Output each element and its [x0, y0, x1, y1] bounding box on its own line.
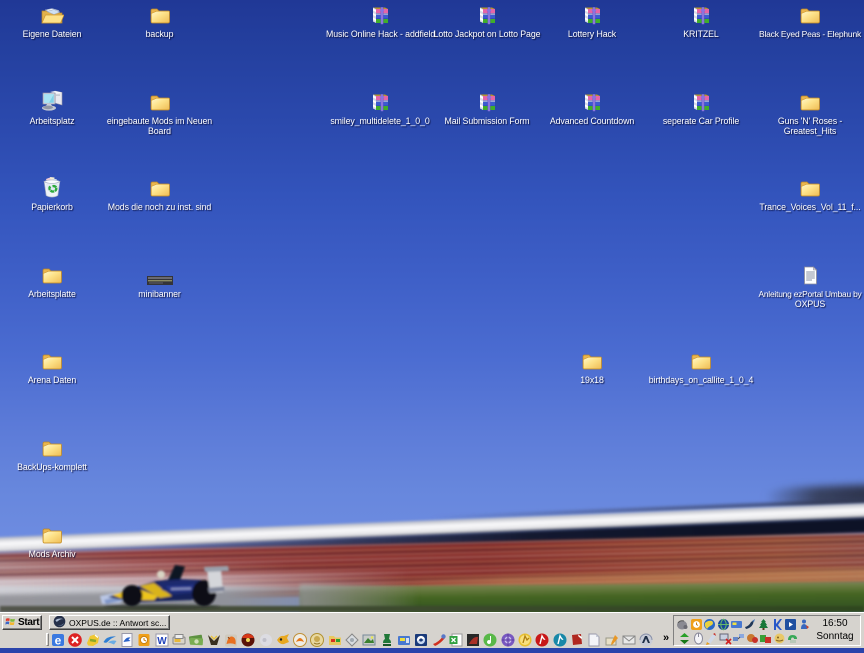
svg-text:e: e	[55, 634, 62, 648]
svg-text:W: W	[157, 636, 167, 647]
